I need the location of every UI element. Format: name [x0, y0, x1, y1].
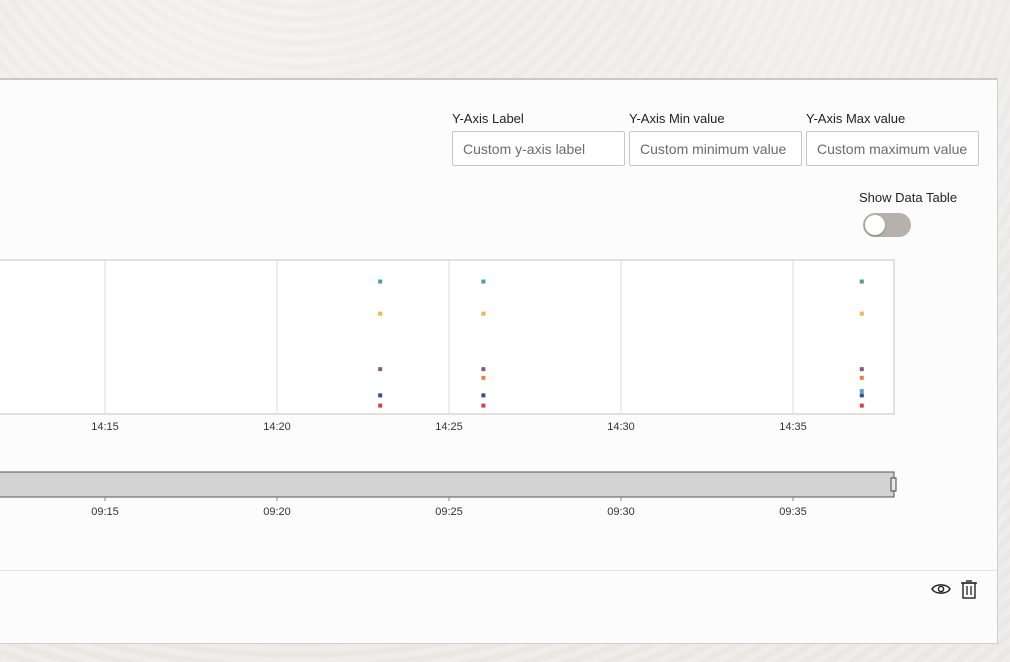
data-point[interactable]: [481, 279, 486, 284]
data-point[interactable]: [859, 311, 864, 316]
data-point[interactable]: [378, 403, 383, 408]
data-point[interactable]: [481, 311, 486, 316]
y-axis-label-input[interactable]: [452, 131, 625, 166]
overview-x-axis-ticks: 09:15 09:20 09:25 09:30 09:35: [91, 497, 807, 518]
overview-tick-label: 09:15: [91, 506, 119, 518]
data-point[interactable]: [378, 367, 383, 372]
y-axis-max-label: Y-Axis Max value: [806, 111, 906, 126]
data-point[interactable]: [378, 311, 383, 316]
time-range-brush[interactable]: [0, 471, 895, 498]
data-point[interactable]: [378, 279, 383, 284]
data-point[interactable]: [859, 367, 864, 372]
overview-tick-label: 09:30: [607, 506, 635, 518]
x-tick-label: 14:20: [263, 421, 291, 433]
overview-tick-label: 09:25: [435, 506, 463, 518]
data-point[interactable]: [859, 375, 864, 380]
data-point[interactable]: [481, 403, 486, 408]
data-point[interactable]: [859, 279, 864, 284]
x-tick-label: 14:35: [779, 421, 807, 433]
data-point[interactable]: [859, 403, 864, 408]
data-point[interactable]: [859, 393, 864, 398]
plot-area: [0, 259, 895, 415]
data-point[interactable]: [481, 375, 486, 380]
y-axis-min-field: Y-Axis Min value: [629, 111, 802, 166]
y-axis-min-input[interactable]: [629, 131, 802, 166]
y-axis-label-field: Y-Axis Label: [452, 111, 625, 166]
data-point[interactable]: [859, 389, 864, 394]
x-axis-ticks: 14:15 14:20 14:25 14:30 14:35: [91, 421, 807, 433]
y-axis-max-input[interactable]: [806, 131, 979, 166]
y-axis-label-label: Y-Axis Label: [452, 111, 524, 126]
data-point[interactable]: [481, 393, 486, 398]
overview-tick-label: 09:20: [263, 506, 291, 518]
x-tick-label: 14:25: [435, 421, 463, 433]
footer-divider: [0, 570, 997, 571]
y-axis-max-field: Y-Axis Max value: [806, 111, 979, 166]
data-point[interactable]: [378, 393, 383, 398]
overview-tick-label: 09:35: [779, 506, 807, 518]
show-data-table-label: Show Data Table: [859, 190, 958, 205]
show-data-table-toggle[interactable]: [863, 213, 911, 237]
scatter-chart: 14:15 14:20 14:25 14:30 14:35 09:15 09:20 09:2…: [0, 259, 897, 518]
toggle-knob: [865, 215, 885, 235]
y-axis-min-label: Y-Axis Min value: [629, 111, 725, 126]
x-tick-label: 14:15: [91, 421, 119, 433]
eye-icon[interactable]: [930, 578, 952, 600]
trash-icon[interactable]: [958, 578, 980, 600]
data-point[interactable]: [481, 367, 486, 372]
x-tick-label: 14:30: [607, 421, 635, 433]
brush-handle[interactable]: [890, 477, 897, 492]
